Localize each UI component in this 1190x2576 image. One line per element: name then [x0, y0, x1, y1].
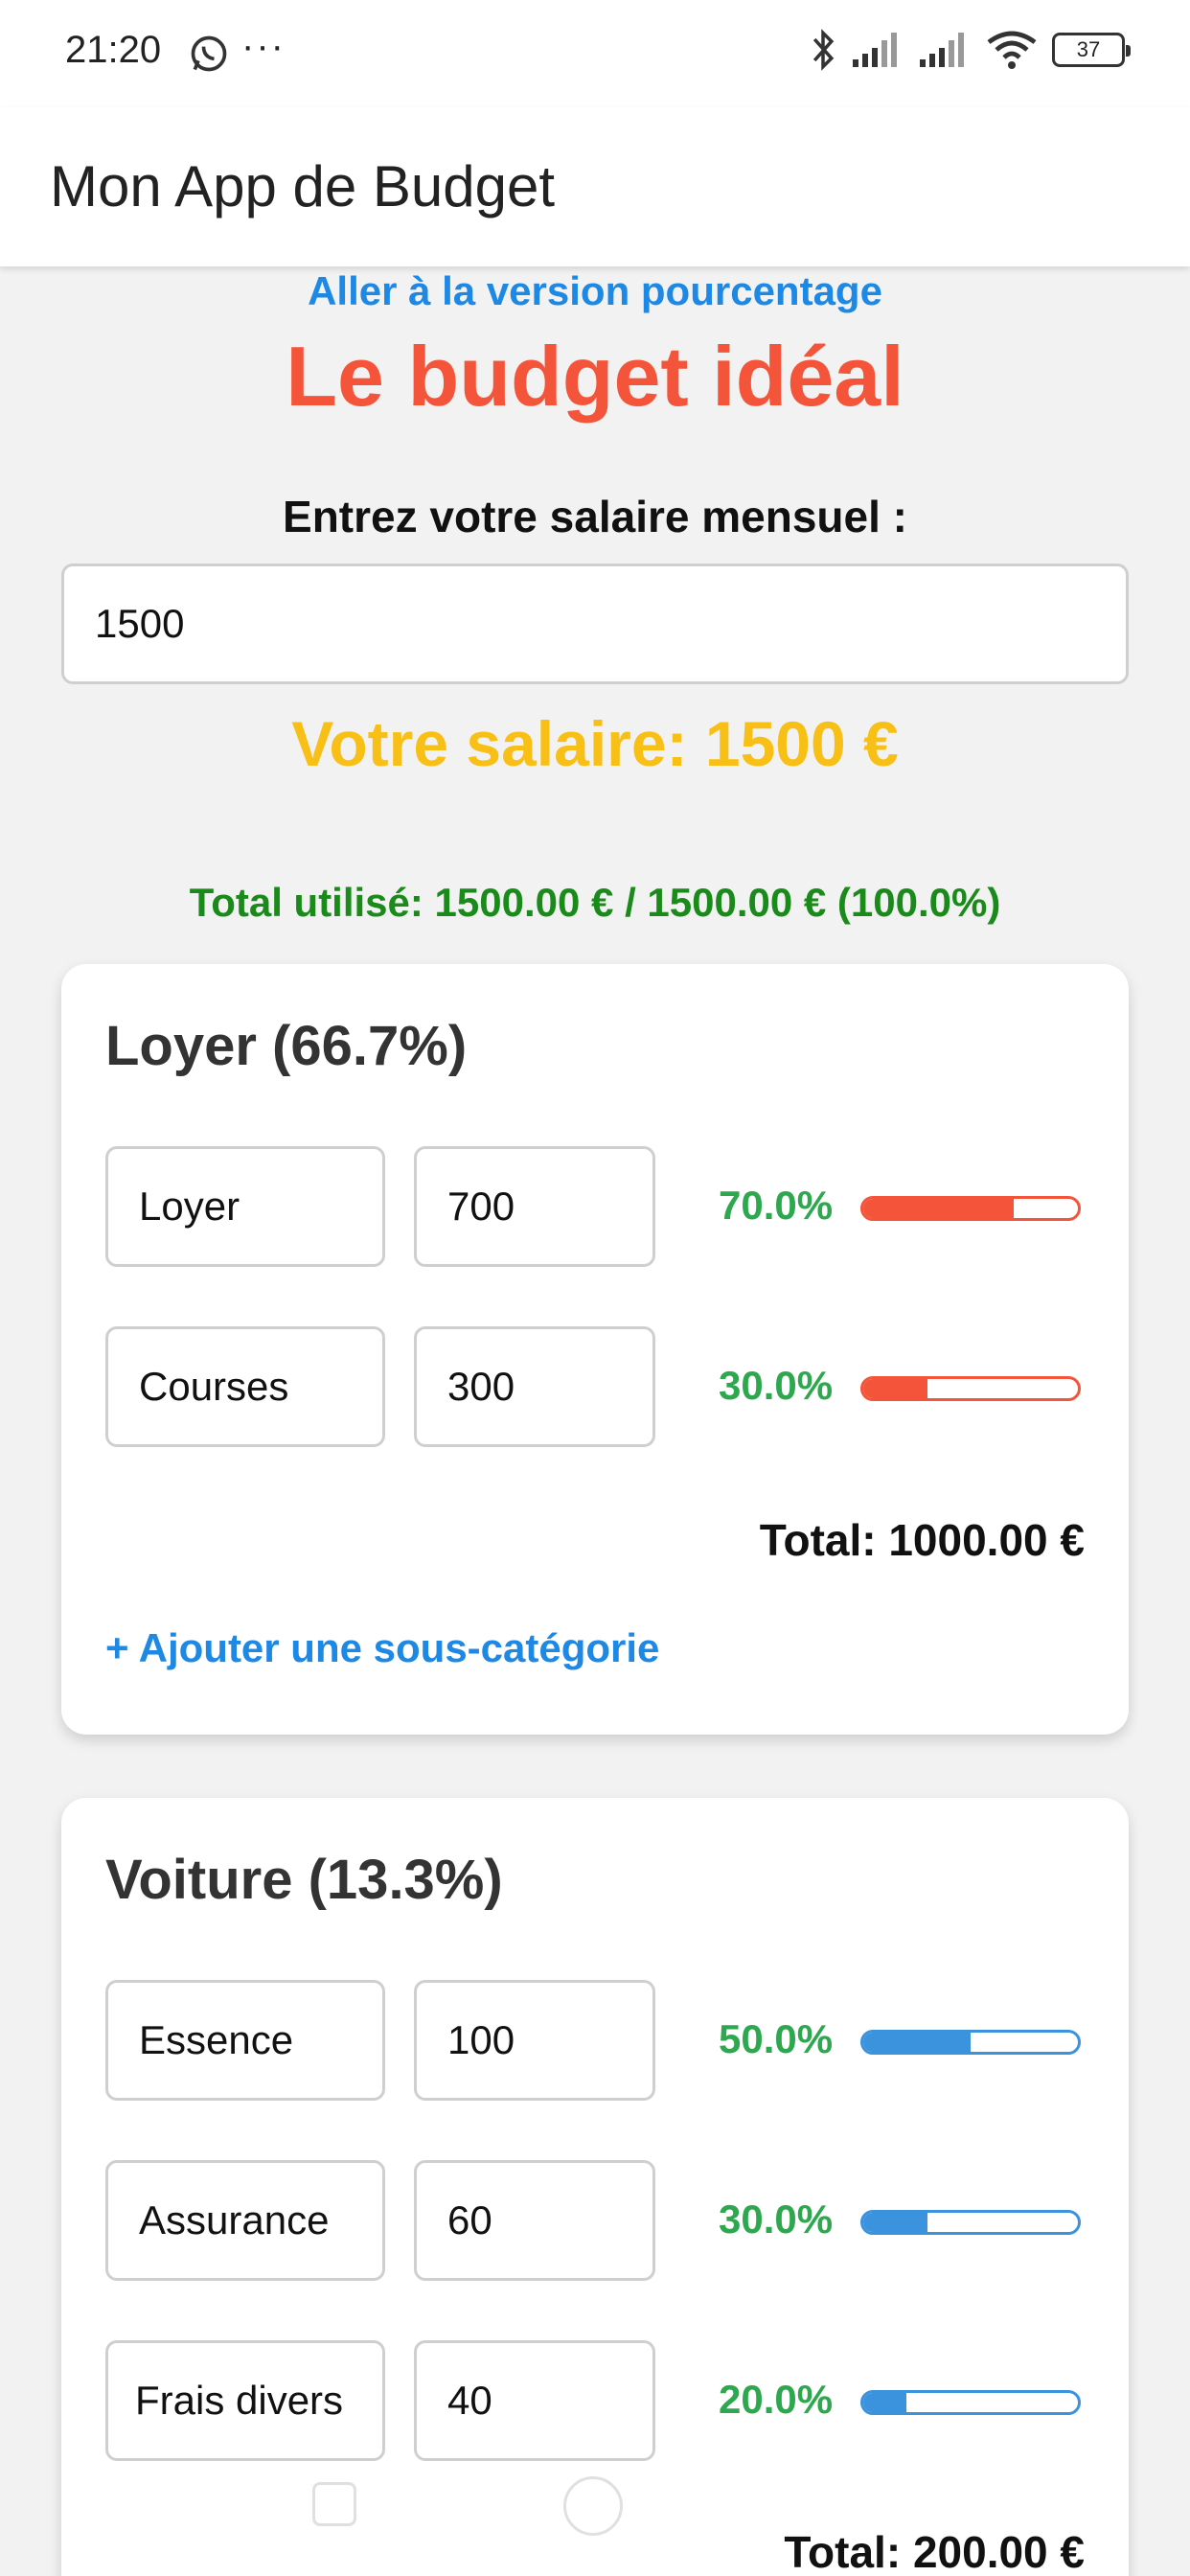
subcategory-row: 20.0%	[105, 2340, 1085, 2461]
add-subcategory-link[interactable]: + Ajouter une sous-catégorie	[105, 1625, 659, 1671]
subcategory-row: 70.0%	[105, 1146, 1085, 1267]
category-title: Loyer (66.7%)	[105, 1015, 468, 1077]
status-bar: 21:20 ··· 37	[0, 0, 1190, 107]
progress-fill	[863, 2033, 971, 2052]
subcategory-amount-input[interactable]	[414, 2340, 655, 2461]
subcategory-progress-bar	[860, 1376, 1081, 1401]
subcategory-amount-input[interactable]	[414, 1980, 655, 2101]
subcategory-row: 30.0%	[105, 2160, 1085, 2281]
status-time: 21:20	[65, 29, 162, 71]
subcategory-percent: 70.0%	[719, 1183, 834, 1228]
page-title: Le budget idéal	[286, 329, 904, 424]
subcategory-progress-bar	[860, 2030, 1081, 2055]
category-card-loyer: Loyer (66.7%) 70.0% 30.0% Total: 1000.00…	[61, 964, 1129, 1735]
subcategory-progress-bar	[860, 1196, 1081, 1221]
salary-input[interactable]	[61, 564, 1129, 684]
subcategory-name-input[interactable]	[105, 1980, 385, 2101]
whatsapp-icon	[191, 35, 227, 72]
subcategory-row: 50.0%	[105, 1980, 1085, 2101]
subcategory-name-input[interactable]	[105, 1326, 385, 1447]
subcategory-name-input[interactable]	[105, 2340, 385, 2461]
app-bar: Mon App de Budget	[0, 107, 1190, 266]
salary-display: Votre salaire: 1500 €	[291, 708, 899, 779]
subcategory-percent: 30.0%	[719, 1363, 834, 1408]
total-used-summary: Total utilisé: 1500.00 € / 1500.00 € (10…	[189, 880, 1001, 925]
signal-icon	[920, 33, 964, 67]
progress-fill	[863, 2393, 906, 2412]
subcategory-percent: 50.0%	[719, 2016, 834, 2061]
signal-icon	[853, 33, 897, 67]
status-icons: 37	[809, 29, 1131, 71]
subcategory-name-input[interactable]	[105, 1146, 385, 1267]
subcategory-percent: 20.0%	[719, 2377, 834, 2422]
progress-fill	[863, 1199, 1014, 1218]
battery-icon: 37	[1052, 33, 1131, 67]
percentage-version-link[interactable]: Aller à la version pourcentage	[0, 266, 1190, 316]
app-title: Mon App de Budget	[50, 154, 556, 218]
wifi-icon	[987, 31, 1037, 69]
subcategory-amount-input[interactable]	[414, 2160, 655, 2281]
subcategory-progress-bar	[860, 2210, 1081, 2235]
subcategory-amount-input[interactable]	[414, 1326, 655, 1447]
category-card-voiture: Voiture (13.3%) 50.0% 30.0% 20.0%	[61, 1798, 1129, 2576]
subcategory-row: 30.0%	[105, 1326, 1085, 1447]
category-total: Total: 1000.00 €	[759, 1515, 1085, 1565]
category-title: Voiture (13.3%)	[105, 1849, 503, 1911]
subcategory-percent: 30.0%	[719, 2196, 834, 2242]
more-notifications-icon: ···	[241, 25, 286, 67]
home-icon[interactable]	[563, 2476, 623, 2536]
category-total: Total: 200.00 €	[784, 2527, 1085, 2576]
bluetooth-icon	[812, 29, 835, 71]
recent-apps-icon[interactable]	[312, 2482, 356, 2526]
progress-fill	[863, 1379, 928, 1398]
progress-fill	[863, 2213, 928, 2232]
subcategory-progress-bar	[860, 2390, 1081, 2415]
subcategory-amount-input[interactable]	[414, 1146, 655, 1267]
salary-label: Entrez votre salaire mensuel :	[283, 492, 907, 541]
subcategory-name-input[interactable]	[105, 2160, 385, 2281]
